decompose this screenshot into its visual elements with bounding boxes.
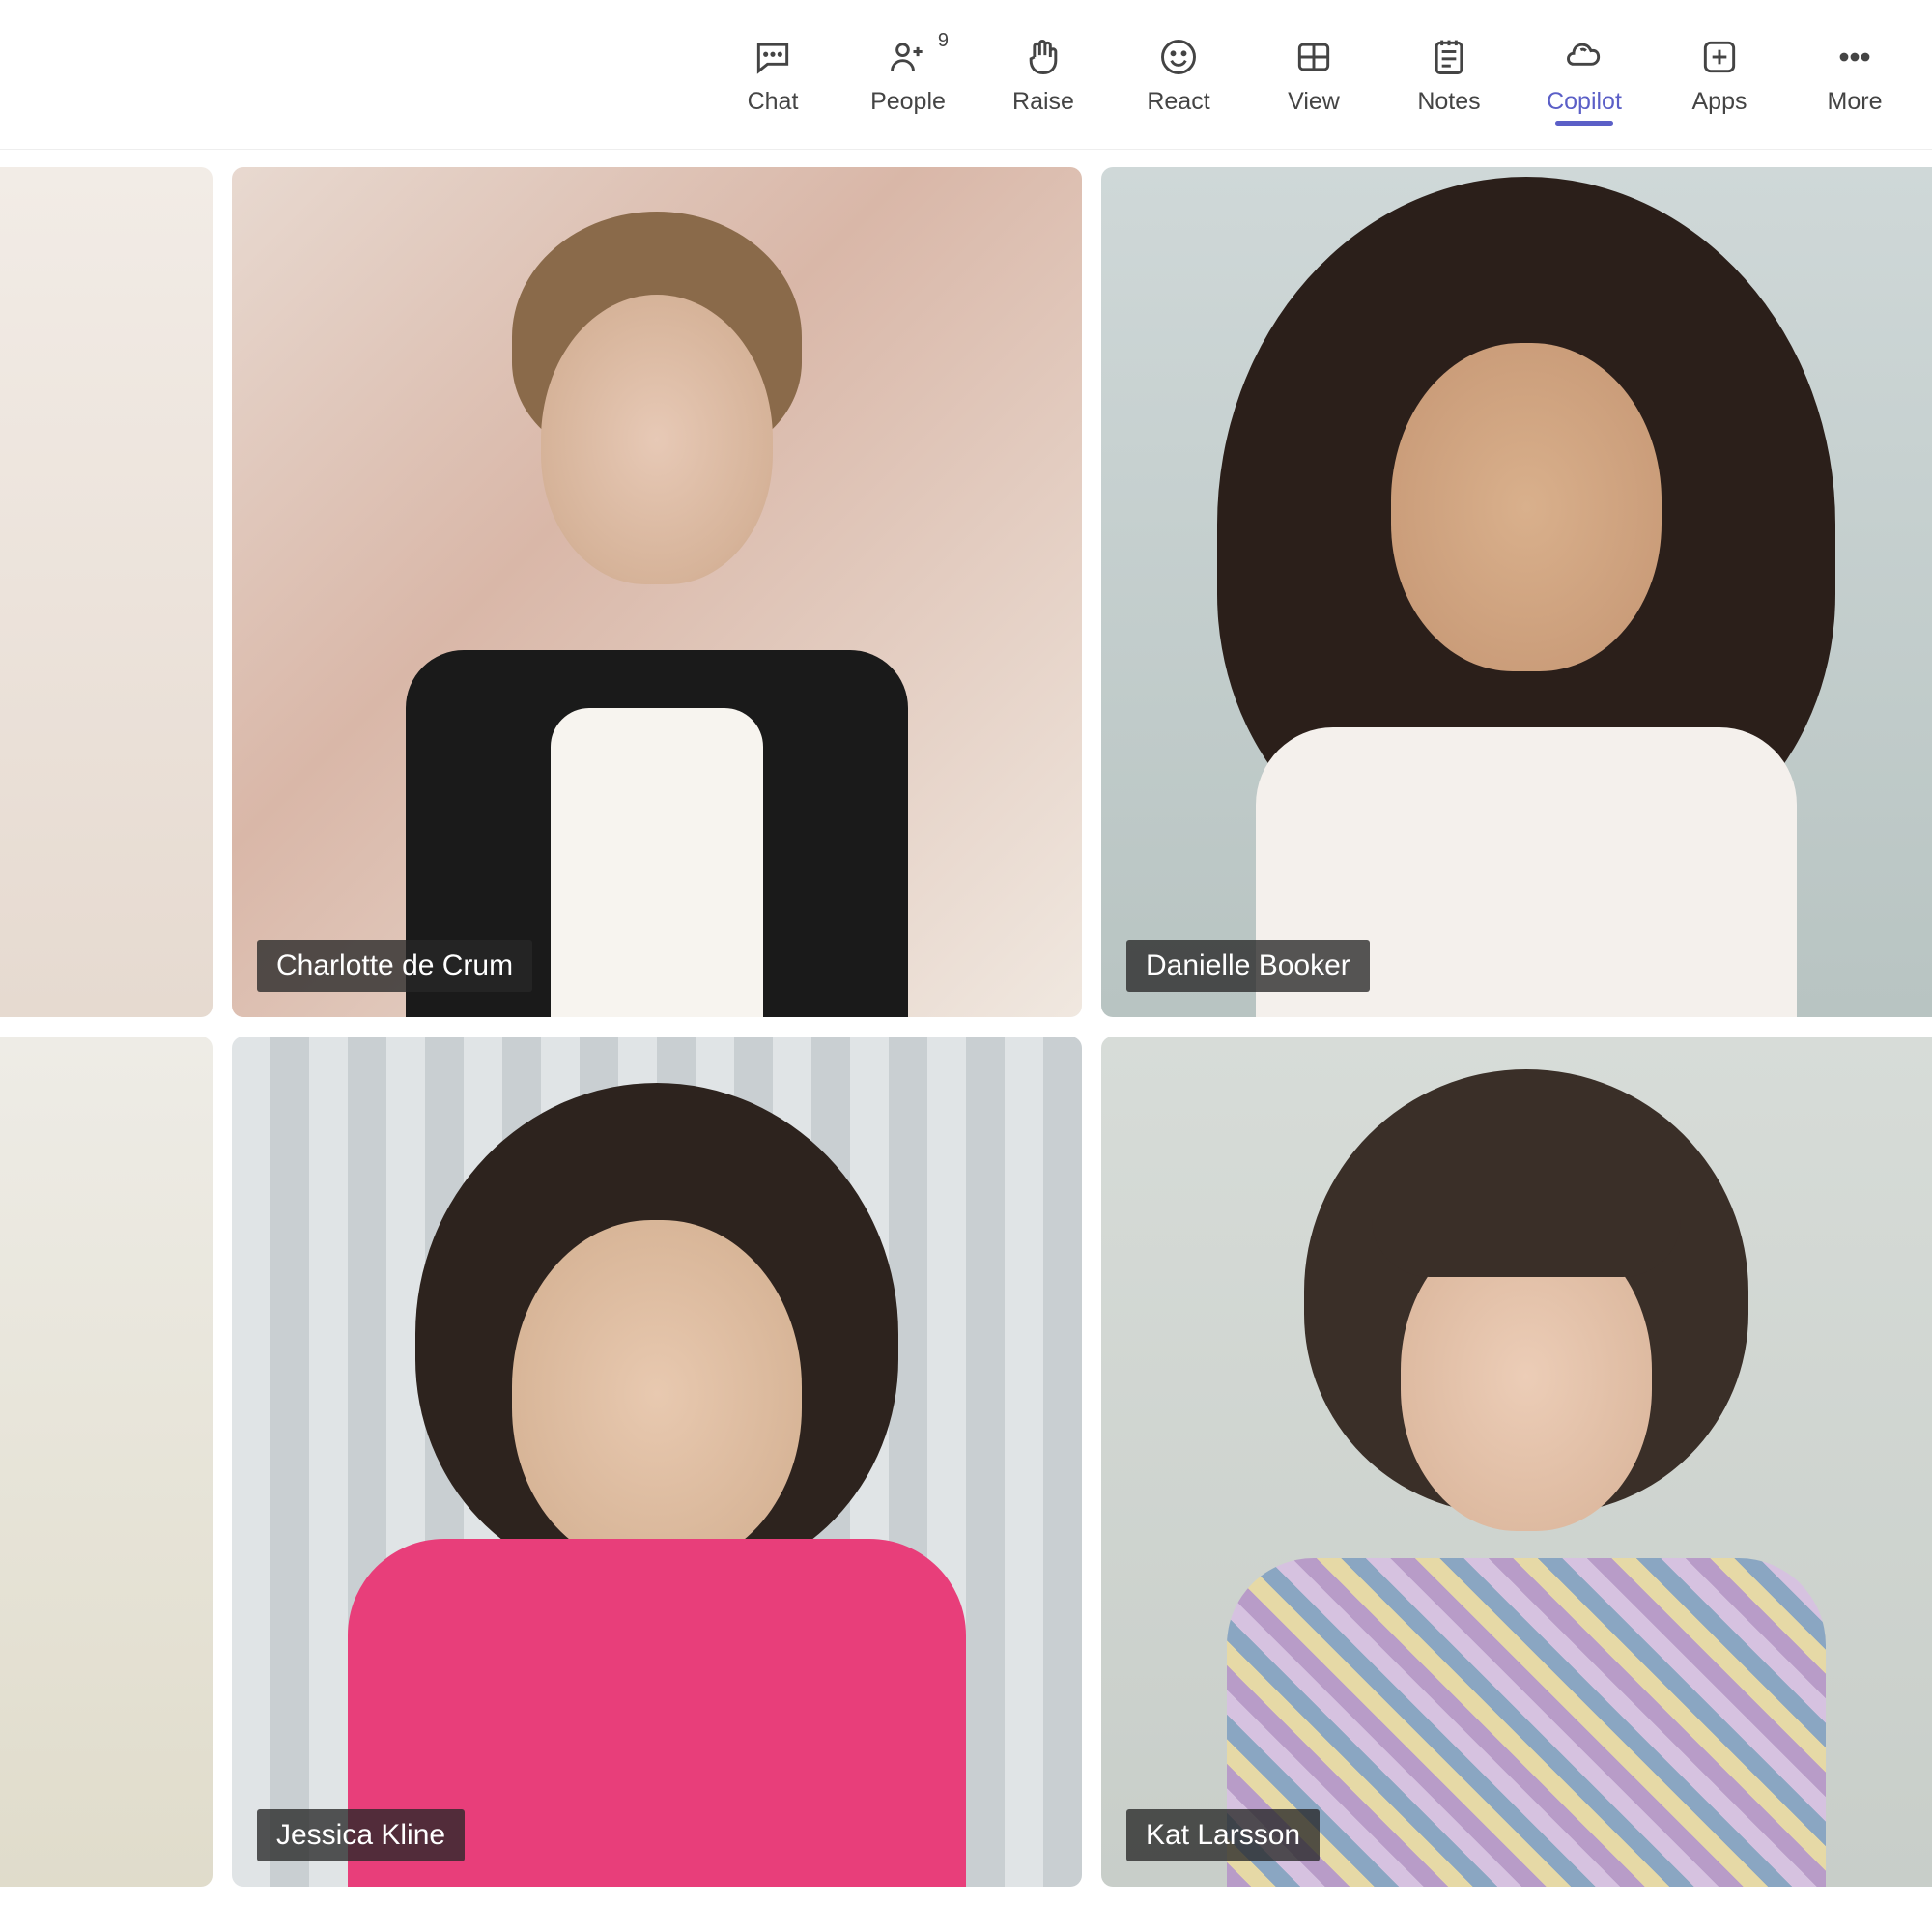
people-label: People — [870, 88, 946, 116]
raise-hand-icon — [1020, 34, 1066, 80]
more-button[interactable]: More — [1816, 34, 1893, 116]
copilot-label: Copilot — [1547, 88, 1622, 116]
participant-name-tag: Jessica Kline — [257, 1809, 465, 1861]
toolbar-items: Chat 9 People Raise React — [734, 34, 1893, 116]
participant-tile-charlotte[interactable]: Charlotte de Crum — [232, 167, 1082, 1017]
participant-name-tag: Danielle Booker — [1126, 940, 1370, 992]
meeting-toolbar: Chat 9 People Raise React — [0, 0, 1932, 150]
avatar-placeholder — [512, 1220, 802, 1568]
chat-label: Chat — [748, 88, 799, 116]
participant-tile-jessica[interactable]: Jessica Kline — [232, 1037, 1082, 1887]
raise-button[interactable]: Raise — [1005, 34, 1082, 116]
video-stage: Charlotte de Crum Danielle Booker Jessic… — [0, 150, 1932, 1932]
avatar-placeholder — [1391, 343, 1662, 671]
avatar-placeholder — [541, 295, 773, 584]
more-icon — [1832, 34, 1878, 80]
avatar-placeholder — [551, 708, 763, 1017]
more-label: More — [1828, 88, 1883, 116]
participant-tile-kat[interactable]: Kat Larsson — [1101, 1037, 1932, 1887]
people-icon: 9 — [885, 34, 931, 80]
avatar-placeholder — [1372, 1171, 1681, 1277]
apps-label: Apps — [1692, 88, 1747, 116]
apps-button[interactable]: Apps — [1681, 34, 1758, 116]
notes-icon — [1426, 34, 1472, 80]
raise-label: Raise — [1012, 88, 1074, 116]
view-icon — [1291, 34, 1337, 80]
people-count-badge: 9 — [938, 30, 949, 52]
view-button[interactable]: View — [1275, 34, 1352, 116]
participant-tile-danielle[interactable]: Danielle Booker — [1101, 167, 1932, 1017]
copilot-button[interactable]: Copilot — [1546, 34, 1623, 116]
video-grid: Charlotte de Crum Danielle Booker Jessic… — [0, 167, 1932, 1887]
participant-name-tag: Kat Larsson — [1126, 1809, 1320, 1861]
people-button[interactable]: 9 People — [869, 34, 947, 116]
react-label: React — [1147, 88, 1209, 116]
meeting-window: Chat 9 People Raise React — [0, 0, 1932, 1932]
react-button[interactable]: React — [1140, 34, 1217, 116]
chat-icon — [750, 34, 796, 80]
participant-tile-partial-2[interactable] — [0, 1037, 213, 1887]
chat-button[interactable]: Chat — [734, 34, 811, 116]
copilot-icon — [1561, 34, 1607, 80]
view-label: View — [1288, 88, 1340, 116]
notes-button[interactable]: Notes — [1410, 34, 1488, 116]
notes-label: Notes — [1417, 88, 1480, 116]
participant-tile-partial-1[interactable] — [0, 167, 213, 1017]
apps-icon — [1696, 34, 1743, 80]
react-icon — [1155, 34, 1202, 80]
participant-name-tag: Charlotte de Crum — [257, 940, 532, 992]
